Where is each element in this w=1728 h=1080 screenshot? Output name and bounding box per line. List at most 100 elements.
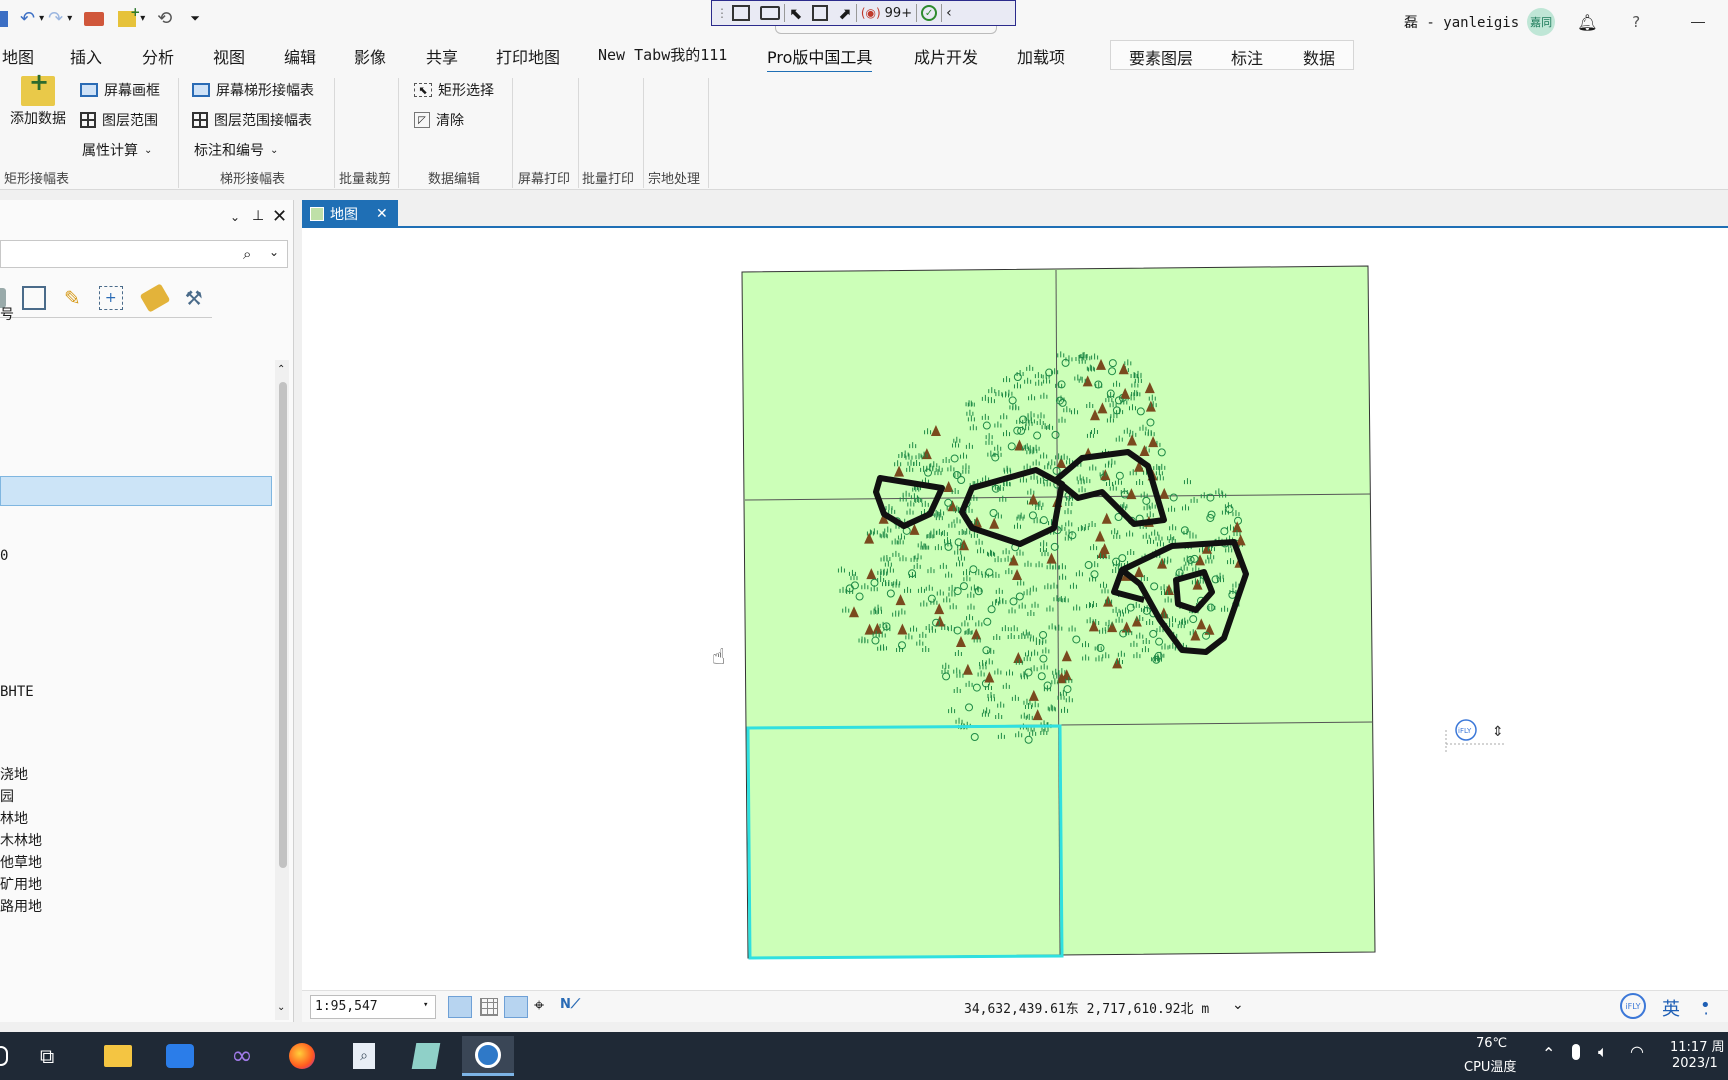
frame-select-icon[interactable] [812, 5, 829, 21]
wifi-icon[interactable]: ◠ [1630, 1042, 1644, 1061]
ime-float-widget[interactable]: iFLY ⇕ [1445, 719, 1504, 754]
taskbar-notes-app[interactable] [400, 1036, 452, 1076]
ime-dots-icon[interactable]: •̣ [1700, 995, 1711, 1016]
layer-tree-item[interactable]: 园 [0, 786, 14, 806]
attr-calc-button[interactable]: 属性计算 ⌄ [82, 140, 152, 160]
video-icon[interactable] [760, 6, 780, 20]
map-tab[interactable]: 地图 ✕ [302, 200, 398, 228]
redo-icon[interactable]: ↷ [48, 8, 63, 29]
save-icon[interactable] [0, 10, 8, 27]
polygon-icon[interactable] [22, 285, 46, 310]
help-icon[interactable]: ? [1631, 13, 1640, 31]
chevron-down-icon[interactable]: ▾ [67, 13, 72, 24]
clear-button[interactable]: ◸ 清除 [414, 110, 464, 130]
clock-time[interactable]: 11:17 周 [1670, 1036, 1725, 1055]
add-grid-icon[interactable]: + [98, 285, 123, 310]
rect-select-button[interactable]: ⬉ 矩形选择 [414, 80, 494, 100]
layer-tree-item[interactable]: 号 [0, 304, 14, 324]
pin-icon[interactable]: ⊥ [252, 208, 264, 224]
layer-tree-item[interactable]: 木林地 [0, 830, 42, 850]
screen-frame-button[interactable]: 屏幕画框 [80, 80, 160, 100]
tab-new-tab[interactable]: New Tabw我的111 [598, 44, 727, 65]
search-input[interactable]: ⌕ ⌄ [0, 240, 288, 268]
layer-tree-item[interactable]: 林地 [0, 808, 28, 828]
customize-qat-icon[interactable]: ⏷ [190, 11, 200, 26]
snapping-icon[interactable] [448, 996, 472, 1018]
grip-icon[interactable]: ⋮ [716, 6, 728, 20]
tab-data[interactable]: 数据 [1303, 45, 1335, 69]
undo-icon[interactable]: ↶ [20, 8, 35, 29]
layer-tree-item[interactable]: 路用地 [0, 896, 42, 916]
tab-pro-china-tools[interactable]: Pro版中国工具 [767, 44, 873, 74]
layer-extent-button[interactable]: 图层范围 [80, 110, 158, 130]
select-arrow-icon[interactable]: ⬉ [789, 4, 802, 23]
tab-addins[interactable]: 加载项 [1017, 44, 1065, 68]
tab-insert[interactable]: 插入 [70, 44, 102, 68]
start-icon[interactable] [0, 1046, 8, 1066]
chevron-down-icon[interactable]: ▾ [140, 13, 145, 24]
scroll-down-icon[interactable]: ⌄ [277, 1002, 285, 1013]
tab-edit[interactable]: 编辑 [284, 44, 316, 68]
search-icon[interactable]: ⌕ [243, 245, 251, 263]
chevron-down-icon[interactable]: ▾ [423, 1000, 428, 1010]
layer-tree-item[interactable]: 他草地 [0, 852, 42, 872]
ime-language[interactable]: 英 [1662, 995, 1680, 1021]
tab-map[interactable]: 地图 [2, 44, 34, 68]
collapse-icon[interactable]: ‹ [946, 5, 952, 21]
tab-imagery[interactable]: 影像 [354, 44, 386, 68]
close-icon[interactable]: ✕ [272, 206, 287, 227]
constraints-icon[interactable] [504, 996, 528, 1018]
widget-arrows-icon[interactable]: ⇕ [1492, 724, 1504, 740]
grid-toggle-icon[interactable] [480, 998, 498, 1016]
north-arrow-icon[interactable]: N⟋ [560, 997, 580, 1012]
clock-date[interactable]: 2023/1 [1672, 1056, 1718, 1071]
tray-expand-icon[interactable]: ⌃ [1542, 1044, 1555, 1063]
taskbar-visual-studio[interactable]: ∞ [216, 1036, 268, 1076]
taskbar-file-explorer[interactable] [92, 1036, 144, 1076]
layer-tree-item[interactable]: 浇地 [0, 764, 28, 784]
taskbar-search-tool[interactable]: ⌕ [338, 1036, 390, 1076]
taskbar-arcgis-pro[interactable] [462, 1036, 514, 1076]
add-data-small-icon[interactable]: + [118, 5, 140, 27]
taskbar-video-app[interactable] [154, 1036, 206, 1076]
volume-icon[interactable]: 🔈︎ [1598, 1042, 1608, 1062]
tab-labeling[interactable]: 标注 [1231, 45, 1263, 69]
record-icon[interactable]: (◉) [861, 6, 881, 20]
chevron-down-icon[interactable]: ▾ [39, 13, 44, 24]
scroll-up-icon[interactable]: ⌃ [277, 364, 285, 375]
tools-icon[interactable]: ⚒ [185, 286, 203, 310]
history-icon[interactable]: ⟲ [157, 8, 172, 29]
task-view-icon[interactable]: ⧉ [40, 1044, 54, 1068]
ifly-logo-icon[interactable]: iFLY [1620, 993, 1646, 1019]
tab-analysis[interactable]: 分析 [142, 44, 174, 68]
map-frame-icon[interactable] [732, 5, 750, 21]
selected-layer-row[interactable] [0, 476, 272, 506]
scrollbar-thumb[interactable] [279, 382, 287, 868]
layer-trapezoid-button[interactable]: 图层范围接幅表 [192, 110, 312, 130]
minimize-icon[interactable] [1690, 21, 1705, 23]
label-tag-icon[interactable] [139, 282, 171, 313]
move-select-icon[interactable]: ⬈ [838, 4, 851, 23]
layer-tree-item[interactable]: 矿用地 [0, 874, 42, 894]
chevron-down-icon[interactable]: ⌄ [230, 210, 240, 224]
chevron-down-icon[interactable]: ⌄ [1232, 997, 1244, 1013]
tab-batch-dev[interactable]: 成片开发 [914, 44, 978, 68]
map-canvas[interactable]: ☝ iFLY ⇕ [302, 230, 1728, 988]
tab-feature-layer[interactable]: 要素图层 [1129, 45, 1193, 69]
tab-print-map[interactable]: 打印地图 [496, 44, 560, 68]
label-number-button[interactable]: 标注和编号 ⌄ [194, 140, 278, 160]
screen-trapezoid-button[interactable]: 屏幕梯形接幅表 [192, 80, 314, 100]
pencil-icon[interactable]: ✎ [64, 286, 81, 310]
toolbox-icon[interactable] [84, 11, 105, 26]
add-data-button[interactable]: + 添加数据 [10, 68, 66, 128]
parcel-area[interactable] [741, 265, 1376, 959]
bell-icon[interactable]: 🔔︎ [1577, 13, 1597, 32]
layer-tree-item[interactable]: BHTE [0, 684, 34, 700]
close-icon[interactable]: ✕ [376, 206, 388, 222]
user-info[interactable]: 磊 - yanleigis 嘉同 🔔︎ ? [1404, 8, 1705, 36]
crosshair-icon[interactable]: ⌖ [534, 995, 544, 1016]
chevron-down-icon[interactable]: ⌄ [269, 245, 279, 259]
taskbar-firefox[interactable] [276, 1036, 328, 1076]
layer-tree-item[interactable]: 0 [0, 548, 8, 564]
notification-count[interactable]: 99+ [885, 6, 912, 21]
